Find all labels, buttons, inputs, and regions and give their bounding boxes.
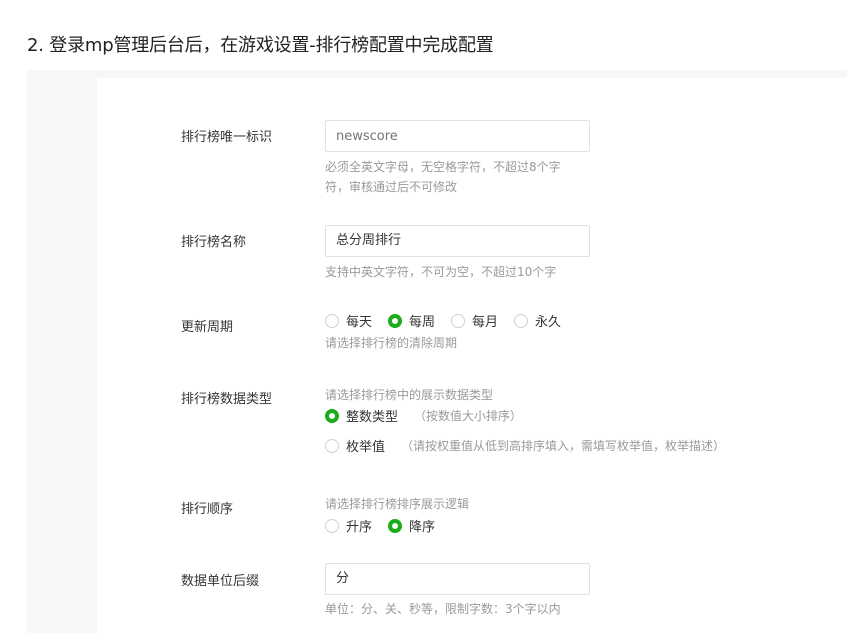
period-option-weekly[interactable]: 每周 xyxy=(388,311,435,330)
unique-id-input[interactable] xyxy=(325,120,590,152)
leaderboard-name-label: 排行榜名称 xyxy=(181,235,247,250)
sort-order-option-label: 降序 xyxy=(409,520,436,535)
unique-id-label: 排行榜唯一标识 xyxy=(181,130,273,145)
period-option-label: 每月 xyxy=(472,315,499,330)
data-type-option-label: 整数类型 xyxy=(346,410,399,425)
page-heading: 2. 登录mp管理后台后，在游戏设置-排行榜配置中完成配置 xyxy=(27,35,494,56)
unit-suffix-hint: 单位：分、关、秒等，限制字数：3个字以内 xyxy=(325,602,561,616)
leaderboard-name-hint: 支持中英文字符，不可为空，不超过10个字 xyxy=(325,265,557,279)
radio-unchecked-icon xyxy=(325,438,339,453)
period-option-daily[interactable]: 每天 xyxy=(325,311,372,330)
data-type-option-note: （请按权重值从低到高排序填入，需填写枚举值，枚举描述） xyxy=(401,439,726,453)
sort-order-option-ascending[interactable]: 升序 xyxy=(325,516,372,535)
unit-suffix-label: 数据单位后缀 xyxy=(181,574,260,589)
data-type-hint: 请选择排行榜中的展示数据类型 xyxy=(325,388,494,402)
period-option-monthly[interactable]: 每月 xyxy=(451,311,498,330)
period-option-label: 永久 xyxy=(535,315,562,330)
radio-checked-icon xyxy=(388,313,402,328)
period-option-label: 每天 xyxy=(346,315,373,330)
sort-order-option-descending[interactable]: 降序 xyxy=(388,516,435,535)
data-type-option-label: 枚举值 xyxy=(346,440,386,455)
data-type-label: 排行榜数据类型 xyxy=(181,392,273,407)
radio-unchecked-icon xyxy=(451,313,465,328)
update-period-label: 更新周期 xyxy=(181,320,234,335)
leaderboard-name-input[interactable]: 总分周排行 xyxy=(325,225,590,257)
unit-suffix-input[interactable]: 分 xyxy=(325,563,590,595)
sort-order-hint: 请选择排行榜排序展示逻辑 xyxy=(325,497,470,511)
radio-checked-icon xyxy=(388,518,402,533)
radio-unchecked-icon xyxy=(325,313,339,328)
sort-order-option-label: 升序 xyxy=(346,520,373,535)
unique-id-hint-line2: 符，审核通过后不可修改 xyxy=(325,180,458,194)
radio-checked-icon xyxy=(325,408,339,423)
period-option-label: 每周 xyxy=(409,315,436,330)
radio-unchecked-icon xyxy=(514,313,528,328)
data-type-option-note: （按数值大小排序） xyxy=(414,409,523,423)
data-type-option-enum[interactable]: 枚举值 （请按权重值从低到高排序填入，需填写枚举值，枚举描述） xyxy=(325,436,725,455)
sort-order-label: 排行顺序 xyxy=(181,502,234,517)
data-type-option-integer[interactable]: 整数类型 （按数值大小排序） xyxy=(325,406,522,425)
unique-id-hint-line1: 必须全英文字母，无空格字符，不超过8个字 xyxy=(325,160,561,174)
radio-unchecked-icon xyxy=(325,518,339,533)
period-option-permanent[interactable]: 永久 xyxy=(514,311,561,330)
update-period-hint: 请选择排行榜的清除周期 xyxy=(325,336,458,350)
